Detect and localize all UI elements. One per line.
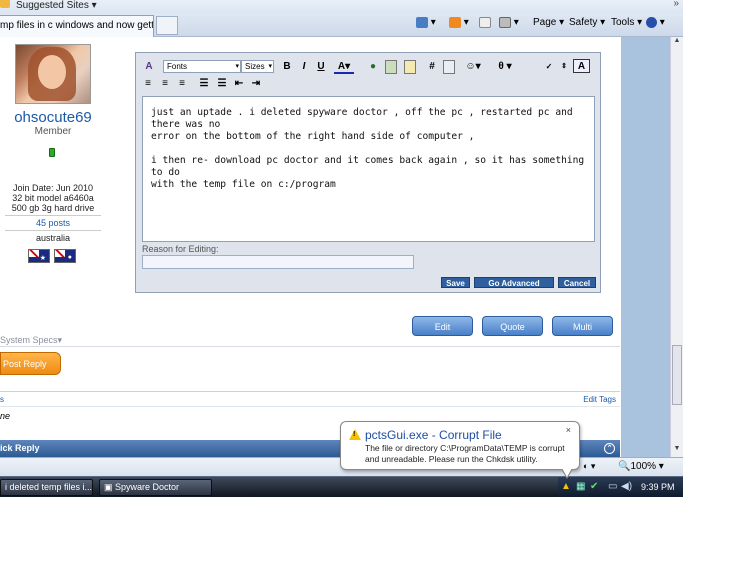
tags-row: s Edit Tags: [0, 391, 620, 407]
user-info: Join Date: Jun 2010 32 bit model a6460a …: [5, 183, 101, 243]
screen: Suggested Sites ▾ » mp files in c window…: [0, 0, 683, 497]
chevron-right-icon[interactable]: »: [673, 0, 679, 9]
indent-icon[interactable]: ⇥: [250, 77, 262, 91]
user-location: australia: [35, 233, 71, 243]
scroll-up-arrow-icon[interactable]: ▲: [671, 37, 683, 49]
text-color-button[interactable]: A▾: [334, 60, 354, 74]
avatar[interactable]: [15, 44, 91, 104]
save-button[interactable]: Save: [441, 277, 470, 288]
italic-button[interactable]: I: [298, 60, 310, 74]
australia-flag-icon: ★: [28, 249, 50, 263]
resize-icon[interactable]: ⇕: [560, 60, 568, 74]
help-icon: [646, 16, 657, 28]
align-right-icon[interactable]: ≡: [176, 77, 188, 91]
more-button[interactable]: θ ▾: [494, 60, 516, 74]
remove-format-icon[interactable]: A: [142, 60, 156, 74]
zoom-level[interactable]: 🔍100% ▾: [618, 461, 664, 472]
post-count[interactable]: 45 posts: [5, 218, 101, 228]
system-spec: 32 bit model a6460a 500 gb 3g hard drive: [11, 193, 95, 213]
quote-icon[interactable]: [404, 60, 416, 74]
taskbar-item-ie[interactable]: i deleted temp files i...: [0, 479, 93, 496]
font-select[interactable]: Fonts ▾: [163, 60, 241, 73]
volume-icon[interactable]: ◀): [621, 481, 632, 492]
reason-input[interactable]: [142, 255, 414, 269]
user-rank: Member: [34, 126, 72, 137]
multi-quote-button[interactable]: Multi: [552, 316, 613, 336]
network-icon[interactable]: ▦: [576, 481, 585, 492]
home-icon: [416, 16, 428, 28]
reason-label: Reason for Editing:: [142, 244, 219, 254]
vertical-scrollbar[interactable]: ▲ ▼: [670, 37, 683, 457]
message-textarea[interactable]: just an uptade . i deleted spyware docto…: [142, 96, 595, 242]
tags-label: s: [0, 395, 4, 404]
corrupt-file-notification[interactable]: ! pctsGui.exe - Corrupt File × The file …: [340, 421, 580, 479]
quote-button[interactable]: Quote: [482, 316, 543, 336]
switch-editor-icon[interactable]: A: [573, 59, 590, 73]
cancel-button[interactable]: Cancel: [558, 277, 596, 288]
taskbar-item-spyware-doctor[interactable]: ▣ Spyware Doctor: [99, 479, 212, 496]
go-advanced-button[interactable]: Go Advanced: [474, 277, 554, 288]
tags-value: ne: [0, 411, 11, 421]
system-specs-link[interactable]: System Specs▾: [0, 335, 62, 346]
align-center-icon[interactable]: ≡: [159, 77, 171, 91]
size-select[interactable]: Sizes ▾: [241, 60, 274, 73]
notification-message: The file or directory C:\ProgramData\TEM…: [365, 443, 565, 464]
join-date: Join Date: Jun 2010: [12, 183, 94, 193]
smilies-button[interactable]: ☺▾: [462, 60, 484, 74]
username[interactable]: ohsocute69: [10, 109, 96, 126]
mail-icon: [479, 16, 491, 28]
security-icon[interactable]: ◐ ▾: [583, 461, 595, 472]
outdent-icon[interactable]: ⇤: [233, 77, 245, 91]
tools-menu[interactable]: Tools ▾: [611, 16, 642, 30]
close-icon[interactable]: ×: [566, 425, 571, 435]
flag-icon: ●: [54, 249, 76, 263]
message-paragraph: just an uptade . i deleted spyware docto…: [151, 107, 573, 142]
unordered-list-icon[interactable]: ☰: [216, 77, 228, 91]
help-button[interactable]: ▾: [646, 16, 665, 30]
rss-icon: [449, 16, 461, 28]
safety-menu[interactable]: Safety ▾: [569, 16, 605, 30]
notification-title: pctsGui.exe - Corrupt File: [365, 428, 502, 442]
new-tab-button[interactable]: [156, 16, 178, 35]
favorites-bar: Suggested Sites ▾ »: [0, 0, 683, 14]
scroll-thumb[interactable]: [672, 345, 682, 405]
suggested-sites-icon: [0, 0, 10, 8]
code-icon[interactable]: [443, 60, 455, 74]
page-menu[interactable]: Page ▾: [533, 16, 564, 30]
home-button[interactable]: ▾: [416, 16, 436, 30]
link-icon[interactable]: ●: [366, 60, 380, 74]
edit-button[interactable]: Edit: [412, 316, 473, 336]
warning-icon: !: [349, 429, 361, 440]
online-status-icon: [49, 148, 55, 157]
underline-button[interactable]: U: [315, 60, 327, 74]
print-button[interactable]: ▾: [499, 16, 519, 30]
collapse-icon[interactable]: ⌃: [604, 443, 615, 454]
quick-reply-title: ick Reply: [0, 443, 40, 453]
mail-button[interactable]: [479, 16, 491, 30]
edit-tags-link[interactable]: Edit Tags: [583, 395, 616, 404]
browser-tab[interactable]: mp files in c windows and now gettin...: [0, 15, 154, 37]
align-left-icon[interactable]: ≡: [142, 77, 154, 91]
spyware-doctor-icon: ▣: [104, 482, 116, 492]
update-icon[interactable]: ✔: [590, 481, 598, 492]
monitor-icon[interactable]: ▭: [608, 481, 617, 492]
taskbar: i deleted temp files i... ▣ Spyware Doct…: [0, 476, 683, 497]
bold-button[interactable]: B: [281, 60, 293, 74]
scroll-down-arrow-icon[interactable]: ▼: [671, 445, 683, 457]
image-icon[interactable]: [385, 60, 397, 74]
quick-edit-editor: A Fonts ▾ Sizes ▾ B I U A▾ ● # ☺▾ θ ▾ ✓ ⇕ …: [135, 52, 601, 293]
right-margin: [621, 37, 670, 457]
post-reply-button[interactable]: Post Reply: [0, 352, 61, 375]
spellcheck-icon[interactable]: ✓: [542, 60, 556, 74]
print-icon: [499, 16, 511, 28]
feeds-button[interactable]: ▾: [449, 16, 469, 30]
suggested-sites-link[interactable]: Suggested Sites ▾: [0, 0, 97, 11]
hash-icon[interactable]: #: [426, 60, 438, 74]
ordered-list-icon[interactable]: ☰: [198, 77, 210, 91]
message-paragraph: i then re- download pc doctor and it com…: [151, 155, 585, 190]
clock[interactable]: 9:39 PM: [641, 482, 675, 492]
divider: [0, 346, 620, 347]
warning-icon[interactable]: ▲: [561, 481, 571, 492]
